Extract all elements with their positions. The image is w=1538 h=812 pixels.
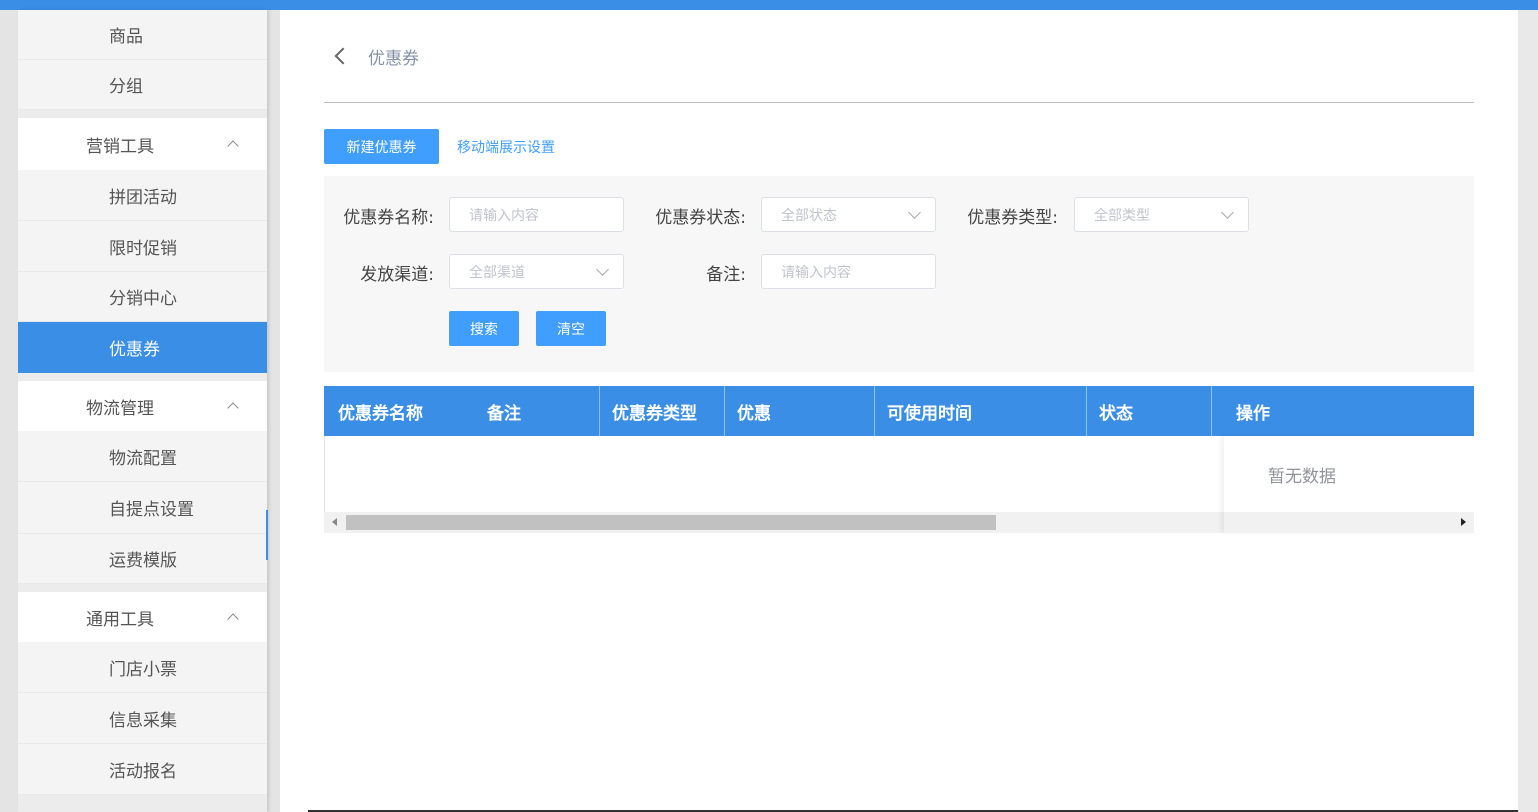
sidebar-item-coupons[interactable]: 优惠券 bbox=[18, 322, 267, 373]
sidebar-item-label: 分组 bbox=[109, 77, 143, 97]
scrollbar-track-right[interactable] bbox=[1224, 512, 1474, 533]
sidebar-item-pickup-points[interactable]: 自提点设置 bbox=[18, 482, 267, 534]
sidebar-group-common-tools[interactable]: 通用工具 bbox=[18, 592, 267, 642]
sidebar-item-label: 拼团活动 bbox=[109, 187, 177, 208]
column-header-coupon-type: 优惠券类型 bbox=[612, 403, 697, 424]
sidebar-item-label: 商品 bbox=[109, 27, 143, 47]
sidebar: 商品 分组 营销工具 拼团活动 限时促销 分销中心 优惠券 物流管理 物流配置 … bbox=[18, 10, 267, 812]
channel-value: 全部渠道 bbox=[469, 264, 525, 281]
sidebar-item-group-buy[interactable]: 拼团活动 bbox=[18, 170, 267, 221]
table-header: 优惠券名称 备注 优惠券类型 优惠 可使用时间 状态 操作 bbox=[324, 386, 1474, 436]
sidebar-item-label: 自提点设置 bbox=[109, 500, 194, 520]
coupon-name-input[interactable]: 请输入内容 bbox=[449, 197, 624, 232]
sidebar-group-label: 物流管理 bbox=[86, 398, 154, 419]
column-header-remark: 备注 bbox=[487, 403, 521, 424]
column-header-coupon-name: 优惠券名称 bbox=[338, 403, 423, 424]
chevron-down-icon bbox=[596, 263, 609, 276]
sidebar-item-distribution[interactable]: 分销中心 bbox=[18, 272, 267, 322]
sidebar-item-groups[interactable]: 分组 bbox=[18, 60, 267, 110]
column-header-valid-time: 可使用时间 bbox=[887, 403, 972, 424]
scroll-right-arrow-icon[interactable] bbox=[1461, 518, 1466, 526]
new-coupon-button[interactable]: 新建优惠券 bbox=[324, 129, 439, 164]
coupon-name-placeholder: 请输入内容 bbox=[469, 207, 539, 224]
column-separator bbox=[874, 386, 875, 436]
right-gutter bbox=[1518, 10, 1538, 812]
search-button[interactable]: 搜索 bbox=[449, 311, 519, 346]
sidebar-item-label: 优惠券 bbox=[109, 340, 160, 360]
sidebar-divider bbox=[18, 795, 267, 812]
sidebar-group-label: 营销工具 bbox=[86, 136, 154, 157]
sidebar-item-label: 限时促销 bbox=[109, 238, 177, 259]
coupon-status-value: 全部状态 bbox=[781, 207, 837, 224]
sidebar-divider bbox=[18, 373, 267, 381]
column-separator bbox=[724, 386, 725, 436]
sidebar-group-logistics[interactable]: 物流管理 bbox=[18, 381, 267, 431]
sidebar-item-label: 分销中心 bbox=[109, 289, 177, 309]
sidebar-item-label: 门店小票 bbox=[109, 659, 177, 680]
empty-state-text: 暂无数据 bbox=[1268, 467, 1336, 487]
header-divider bbox=[324, 102, 1474, 103]
column-header-status: 状态 bbox=[1099, 403, 1133, 424]
sidebar-item-info-collection[interactable]: 信息采集 bbox=[18, 693, 267, 744]
remark-placeholder: 请输入内容 bbox=[781, 264, 851, 281]
column-header-actions: 操作 bbox=[1236, 403, 1270, 424]
scroll-left-arrow-icon[interactable] bbox=[332, 518, 337, 526]
chevron-up-icon bbox=[227, 140, 239, 152]
remark-input[interactable]: 请输入内容 bbox=[761, 254, 936, 289]
column-separator bbox=[1211, 386, 1212, 436]
chevron-up-icon bbox=[227, 613, 239, 625]
chevron-up-icon bbox=[227, 402, 239, 414]
clear-button[interactable]: 清空 bbox=[536, 311, 606, 346]
remark-label: 备注: bbox=[706, 265, 746, 285]
column-separator bbox=[599, 386, 600, 436]
scrollbar-thumb[interactable] bbox=[346, 515, 996, 530]
coupon-type-label: 优惠券类型: bbox=[967, 208, 1058, 228]
sidebar-item-label: 信息采集 bbox=[109, 710, 177, 731]
coupon-type-select[interactable]: 全部类型 bbox=[1074, 197, 1249, 232]
sidebar-item-event-signup[interactable]: 活动报名 bbox=[18, 744, 267, 795]
coupon-name-label: 优惠券名称: bbox=[343, 208, 434, 228]
sidebar-item-logistics-config[interactable]: 物流配置 bbox=[18, 431, 267, 482]
coupon-status-select[interactable]: 全部状态 bbox=[761, 197, 936, 232]
sidebar-item-store-receipts[interactable]: 门店小票 bbox=[18, 642, 267, 693]
sidebar-divider bbox=[18, 584, 267, 592]
top-bar bbox=[0, 0, 1538, 10]
sidebar-group-marketing[interactable]: 营销工具 bbox=[18, 118, 267, 170]
coupon-type-value: 全部类型 bbox=[1094, 207, 1150, 224]
chevron-down-icon bbox=[908, 206, 921, 219]
sidebar-item-shipping-templates[interactable]: 运费模版 bbox=[18, 534, 267, 584]
channel-label: 发放渠道: bbox=[360, 265, 434, 285]
page-title: 优惠券 bbox=[368, 49, 419, 69]
sidebar-item-flash-sale[interactable]: 限时促销 bbox=[18, 221, 267, 272]
sidebar-divider bbox=[18, 110, 267, 118]
column-header-discount: 优惠 bbox=[737, 403, 771, 424]
chevron-down-icon bbox=[1221, 206, 1234, 219]
sidebar-item-label: 运费模版 bbox=[109, 551, 177, 571]
channel-select[interactable]: 全部渠道 bbox=[449, 254, 624, 289]
sidebar-group-label: 通用工具 bbox=[86, 609, 154, 630]
sidebar-scroll-marker bbox=[266, 510, 268, 560]
coupon-status-label: 优惠券状态: bbox=[655, 208, 746, 228]
sidebar-item-label: 物流配置 bbox=[109, 448, 177, 469]
sidebar-item-label: 活动报名 bbox=[109, 761, 177, 782]
column-separator bbox=[1086, 386, 1087, 436]
sidebar-item-products[interactable]: 商品 bbox=[18, 10, 267, 60]
mobile-display-settings-link[interactable]: 移动端展示设置 bbox=[457, 137, 555, 157]
